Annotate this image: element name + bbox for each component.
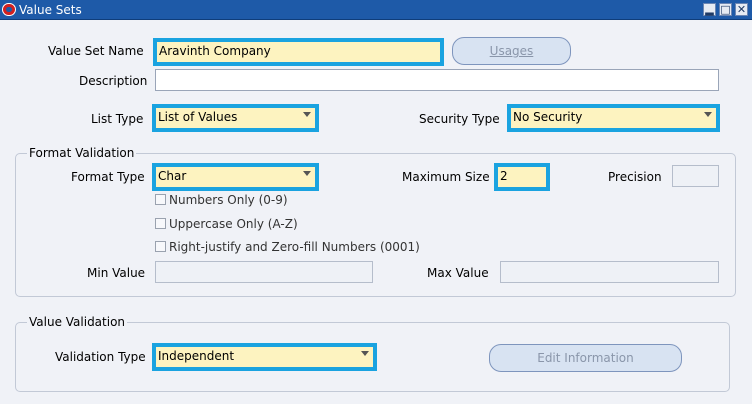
format-type-value: Char — [158, 169, 187, 183]
uppercase-only-label[interactable]: Uppercase Only (A-Z) — [169, 217, 298, 231]
validation-type-dropdown[interactable]: Independent — [152, 343, 377, 371]
max-value-label: Max Value — [427, 266, 489, 280]
chevron-down-icon[interactable] — [361, 351, 369, 356]
list-type-value: List of Values — [158, 110, 238, 124]
validation-type-value: Independent — [158, 349, 235, 363]
uppercase-only-checkbox[interactable] — [155, 218, 166, 229]
window-title-bar: Value Sets ▂ □ ✕ — [0, 0, 752, 20]
minimize-icon[interactable]: ▂ — [703, 3, 716, 16]
value-validation-title: Value Validation — [27, 315, 128, 329]
min-value-field[interactable] — [155, 261, 373, 283]
precision-label: Precision — [608, 170, 662, 184]
usages-button[interactable]: Usages — [452, 37, 571, 65]
maximum-size-value: 2 — [500, 169, 508, 183]
maximum-size-field[interactable]: 2 — [494, 163, 550, 191]
value-set-name-value: Aravinth Company — [159, 44, 271, 58]
list-type-label: List Type — [91, 112, 144, 126]
format-validation-title: Format Validation — [27, 146, 137, 160]
right-justify-label[interactable]: Right-justify and Zero-fill Numbers (000… — [169, 240, 420, 254]
numbers-only-checkbox[interactable] — [155, 194, 166, 205]
format-type-dropdown[interactable]: Char — [152, 163, 319, 191]
description-field[interactable] — [155, 69, 719, 91]
maximize-icon[interactable]: □ — [719, 3, 732, 16]
chevron-down-icon[interactable] — [303, 171, 311, 176]
window-title: Value Sets — [19, 3, 82, 17]
value-set-name-label: Value Set Name — [48, 44, 144, 58]
oracle-logo-icon — [2, 3, 16, 16]
format-type-label: Format Type — [71, 170, 145, 184]
min-value-label: Min Value — [87, 266, 146, 280]
precision-field[interactable] — [672, 165, 719, 187]
validation-type-label: Validation Type — [55, 350, 146, 364]
right-justify-checkbox[interactable] — [155, 241, 166, 252]
chevron-down-icon[interactable] — [303, 112, 311, 117]
usages-button-label: Usages — [489, 44, 534, 58]
security-type-value: No Security — [513, 110, 583, 124]
maximum-size-label: Maximum Size — [402, 170, 490, 184]
value-set-name-field[interactable]: Aravinth Company — [153, 38, 444, 66]
list-type-dropdown[interactable]: List of Values — [152, 104, 319, 132]
numbers-only-label[interactable]: Numbers Only (0-9) — [169, 193, 288, 207]
edit-information-button[interactable]: Edit Information — [489, 344, 682, 372]
close-icon[interactable]: ✕ — [735, 3, 748, 16]
max-value-field[interactable] — [500, 261, 719, 283]
security-type-dropdown[interactable]: No Security — [507, 104, 720, 132]
edit-information-button-label: Edit Information — [537, 351, 634, 365]
description-label: Description — [79, 74, 148, 88]
security-type-label: Security Type — [419, 112, 500, 126]
chevron-down-icon[interactable] — [704, 112, 712, 117]
